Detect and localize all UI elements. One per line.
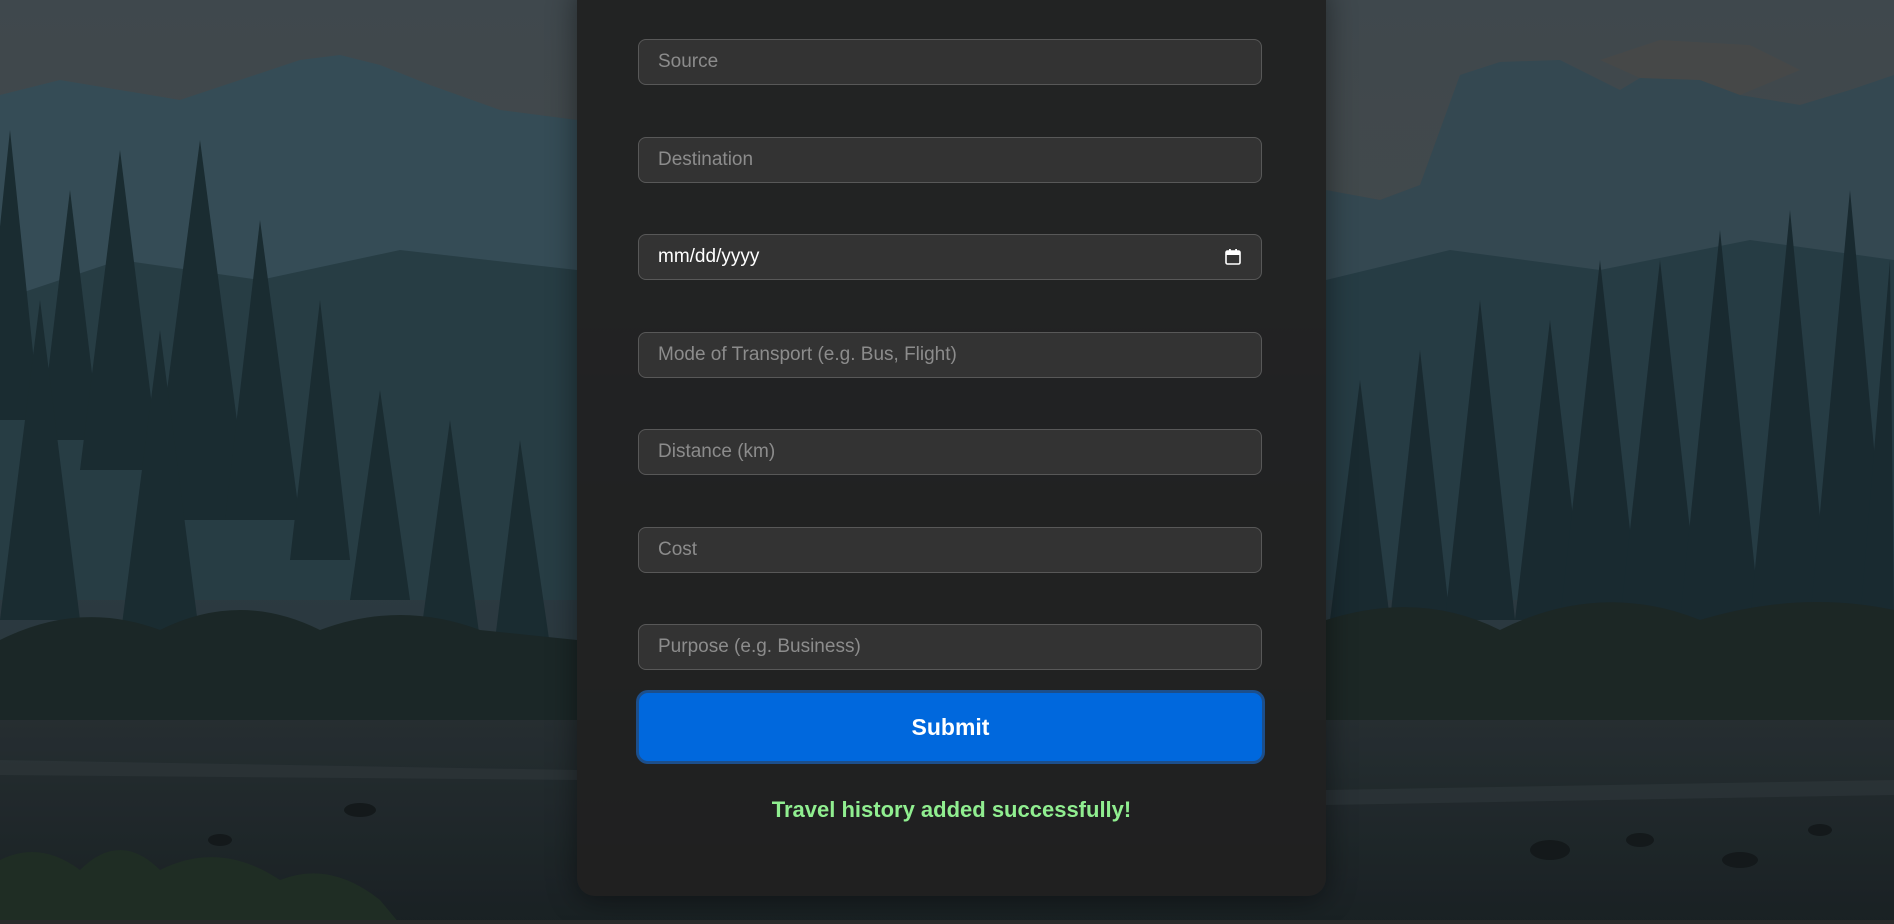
date-placeholder-text: mm/dd/yyyy xyxy=(658,246,760,267)
purpose-input[interactable] xyxy=(638,624,1262,670)
source-input[interactable] xyxy=(638,39,1262,85)
transport-mode-input[interactable] xyxy=(638,332,1262,378)
calendar-icon[interactable] xyxy=(1224,248,1242,266)
cost-input[interactable] xyxy=(638,527,1262,573)
date-input[interactable]: mm/dd/yyyy xyxy=(638,234,1262,280)
submit-button[interactable]: Submit xyxy=(636,690,1265,764)
distance-input[interactable] xyxy=(638,429,1262,475)
success-message: Travel history added successfully! xyxy=(771,797,1132,822)
bottom-edge xyxy=(0,920,1894,924)
destination-input[interactable] xyxy=(638,137,1262,183)
